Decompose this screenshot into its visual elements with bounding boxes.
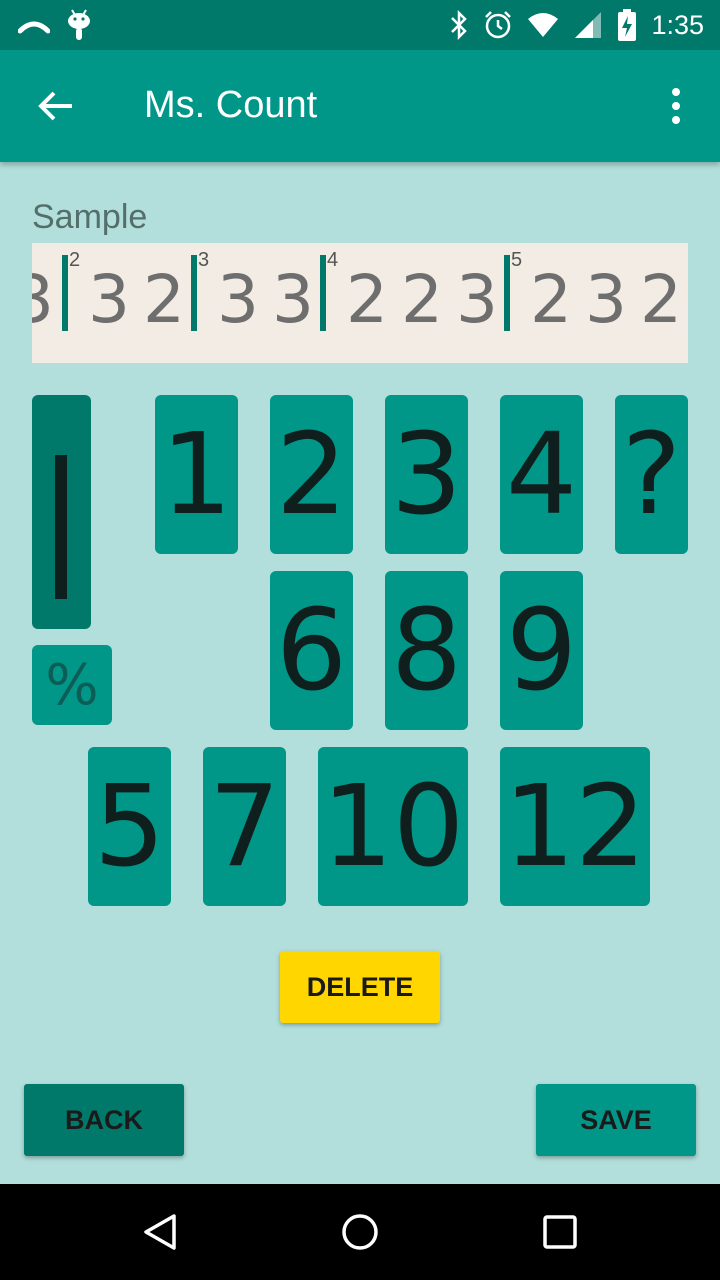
- key-3[interactable]: 3: [385, 395, 468, 554]
- bar-line-icon: [55, 455, 67, 599]
- bar-line: [320, 255, 326, 331]
- key-label: 6: [275, 585, 348, 716]
- sample-digit: 2: [640, 261, 682, 338]
- bar-line: [504, 255, 510, 331]
- sample-digit: 3: [272, 261, 314, 338]
- key-7[interactable]: 7: [203, 747, 286, 906]
- bar-line: [191, 255, 197, 331]
- key-label: 7: [208, 761, 281, 892]
- nav-home-icon[interactable]: [340, 1212, 380, 1252]
- key-8[interactable]: 8: [385, 571, 468, 730]
- key-4[interactable]: 4: [500, 395, 583, 554]
- sample-digit: 3: [585, 261, 627, 338]
- key-label: 3: [390, 409, 463, 540]
- key-10[interactable]: 10: [318, 747, 468, 906]
- key-label: 2: [275, 409, 348, 540]
- percent-key[interactable]: %: [32, 645, 112, 725]
- cast-icon: [18, 21, 50, 34]
- key-label: 1: [160, 409, 233, 540]
- bar-number: 4: [327, 249, 339, 271]
- page-title: Ms. Count: [144, 84, 318, 126]
- sample-label: Sample: [32, 198, 148, 236]
- sample-digit: 2: [530, 261, 572, 338]
- percent-key-label: %: [45, 652, 99, 718]
- key-2[interactable]: 2: [270, 395, 353, 554]
- key-label: 5: [93, 761, 166, 892]
- key-label: 9: [505, 585, 578, 716]
- battery-charging-icon: [618, 9, 637, 41]
- bar-line-key[interactable]: [32, 395, 91, 629]
- key-label: 4: [505, 409, 578, 540]
- status-time: 1:35: [651, 9, 704, 40]
- bar-line: [62, 255, 68, 331]
- status-bar: 1:35: [0, 0, 720, 50]
- key-1[interactable]: 1: [155, 395, 238, 554]
- sample-digit: 3: [88, 261, 130, 338]
- alarm-icon: [485, 11, 512, 39]
- key-label: 8: [390, 585, 463, 716]
- wifi-icon: [528, 13, 559, 37]
- sample-digit: 2: [143, 261, 185, 338]
- key-label: 10: [321, 761, 465, 892]
- key-label: 12: [503, 761, 647, 892]
- more-vert-icon[interactable]: [662, 86, 690, 126]
- back-button[interactable]: BACK: [24, 1084, 184, 1156]
- sample-digit: 2: [346, 261, 388, 338]
- arrow-back-icon[interactable]: [36, 86, 76, 126]
- nav-back-icon[interactable]: [140, 1212, 180, 1252]
- nav-recents-icon[interactable]: [540, 1212, 580, 1252]
- save-button[interactable]: SAVE: [536, 1084, 696, 1156]
- sample-digit: 3: [456, 261, 498, 338]
- sample-display[interactable]: 3 2 3 2 3 3 3 4 2 2 3 5 2 3 2: [32, 243, 688, 363]
- android-icon: [68, 9, 90, 40]
- key-6[interactable]: 6: [270, 571, 353, 730]
- key-label: ?: [621, 409, 682, 540]
- key-unknown[interactable]: ?: [615, 395, 688, 554]
- bar-number: 3: [198, 249, 210, 271]
- sample-digit: 3: [217, 261, 259, 338]
- app-toolbar: Ms. Count: [0, 50, 720, 162]
- key-9[interactable]: 9: [500, 571, 583, 730]
- bluetooth-icon: [451, 10, 468, 40]
- signal-icon: [575, 12, 602, 38]
- delete-button[interactable]: DELETE: [280, 951, 440, 1023]
- sample-digit: 3: [32, 261, 54, 338]
- bar-number: 5: [511, 249, 523, 271]
- bar-number: 2: [69, 249, 81, 271]
- sample-digit: 2: [401, 261, 443, 338]
- key-12[interactable]: 12: [500, 747, 650, 906]
- navigation-bar: [0, 1184, 720, 1280]
- key-5[interactable]: 5: [88, 747, 171, 906]
